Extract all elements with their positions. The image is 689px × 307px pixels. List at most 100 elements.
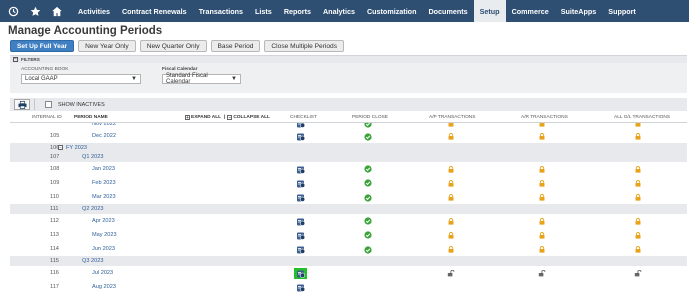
check-circle-icon bbox=[364, 179, 372, 188]
close-multiple-periods-button[interactable]: Close Multiple Periods bbox=[264, 40, 345, 52]
internal-id-cell: 109 bbox=[50, 179, 60, 186]
lock-icon bbox=[635, 194, 641, 201]
column-checklist[interactable]: CHECKLIST bbox=[290, 115, 317, 120]
column-ar-transactions[interactable]: A/R TRANSACTIONS bbox=[521, 115, 568, 120]
period-name-link[interactable]: Jun 2023 bbox=[92, 246, 115, 252]
checklist-icon[interactable] bbox=[296, 283, 305, 292]
show-inactives-checkbox[interactable] bbox=[45, 101, 52, 108]
column-ap-transactions[interactable]: A/P TRANSACTIONS bbox=[429, 115, 475, 120]
lock-icon bbox=[635, 165, 641, 173]
home-icon[interactable] bbox=[48, 0, 66, 22]
collapse-year-icon[interactable]: − bbox=[58, 145, 63, 151]
table-row: 114 Jun 2023 bbox=[10, 242, 687, 256]
nav-item-setup[interactable]: Setup bbox=[473, 0, 506, 22]
nav-item-suiteapps[interactable]: SuiteApps bbox=[555, 0, 603, 22]
lock-icon bbox=[635, 231, 641, 239]
fiscal-calendar-value: Standard Fiscal Calendar bbox=[166, 73, 208, 85]
top-navigation: Activities Contract Renewals Transactions L… bbox=[0, 0, 689, 22]
checklist-icon[interactable] bbox=[296, 269, 305, 278]
table-row: 117 Aug 2023 bbox=[10, 280, 687, 294]
column-internal-id[interactable]: INTERNAL ID bbox=[32, 115, 62, 120]
column-period-name[interactable]: PERIOD NAME bbox=[74, 115, 108, 120]
collapse-filters-icon[interactable]: − bbox=[13, 57, 18, 62]
nav-item-customization[interactable]: Customization bbox=[361, 0, 423, 22]
checklist-icon[interactable] bbox=[296, 231, 305, 240]
action-buttons: Set Up Full Year New Year Only New Quart… bbox=[10, 40, 345, 52]
check-circle-icon bbox=[364, 231, 372, 239]
separator-text: | bbox=[224, 115, 226, 120]
expand-all-control[interactable]: + EXPAND ALL bbox=[185, 115, 221, 120]
internal-id-cell: 107 bbox=[50, 154, 60, 161]
column-all-gl-transactions[interactable]: ALL G/L TRANSACTIONS bbox=[614, 115, 670, 120]
table-row: 108 Jan 2023 bbox=[10, 162, 687, 176]
star-icon[interactable] bbox=[26, 0, 44, 22]
checklist-icon[interactable] bbox=[296, 179, 305, 188]
nav-item-reports[interactable]: Reports bbox=[278, 0, 317, 22]
base-period-button[interactable]: Base Period bbox=[210, 40, 261, 52]
nav-item-analytics[interactable]: Analytics bbox=[317, 0, 361, 22]
print-button[interactable] bbox=[14, 99, 30, 110]
filters-panel: ACCOUNTING BOOK Local GAAP ▼ Fiscal Cale… bbox=[10, 63, 687, 93]
lock-icon bbox=[635, 180, 641, 187]
lock-icon bbox=[539, 180, 545, 187]
period-name-link[interactable]: Q1 2023 bbox=[82, 154, 103, 160]
period-name-link[interactable]: May 2023 bbox=[92, 232, 117, 238]
period-name-link[interactable]: Feb 2023 bbox=[92, 180, 116, 186]
checklist-icon[interactable] bbox=[296, 165, 305, 174]
expand-all-label: EXPAND ALL bbox=[191, 115, 222, 120]
table-group-row: 115 Q3 2023 bbox=[10, 256, 687, 266]
period-name-link[interactable]: Jan 2023 bbox=[92, 166, 115, 172]
unlock-icon bbox=[447, 269, 455, 276]
collapse-all-icon: − bbox=[227, 115, 233, 120]
table-row: 116 Jul 2023 bbox=[10, 266, 687, 280]
unlock-icon bbox=[538, 269, 546, 276]
nav-item-transactions[interactable]: Transactions bbox=[193, 0, 249, 22]
internal-id-cell: 116 bbox=[50, 269, 59, 276]
checklist-icon[interactable] bbox=[296, 123, 305, 128]
collapse-all-control[interactable]: | − COLLAPSE ALL bbox=[224, 115, 270, 120]
internal-id-cell: 117 bbox=[50, 283, 59, 290]
period-name-link[interactable]: Q2 2023 bbox=[82, 206, 103, 212]
nav-item-activities[interactable]: Activities bbox=[72, 0, 116, 22]
filters-title: FILTERS bbox=[21, 57, 40, 62]
period-name-link[interactable]: FY 2023 bbox=[66, 145, 87, 151]
checklist-icon[interactable] bbox=[296, 217, 305, 226]
table-row: 105 Dec 2022 bbox=[10, 129, 687, 143]
new-year-only-button[interactable]: New Year Only bbox=[78, 40, 136, 52]
checklist-icon[interactable] bbox=[296, 132, 305, 141]
chevron-down-icon: ▼ bbox=[131, 76, 137, 82]
period-name-link[interactable]: Dec 2022 bbox=[92, 133, 116, 139]
table-group-row: 111 Q2 2023 bbox=[10, 204, 687, 214]
period-name-link[interactable]: Apr 2023 bbox=[92, 218, 115, 224]
check-circle-icon bbox=[364, 132, 372, 141]
set-up-full-year-button[interactable]: Set Up Full Year bbox=[10, 40, 75, 52]
period-name-link[interactable]: Mar 2023 bbox=[92, 194, 116, 200]
history-icon[interactable] bbox=[4, 0, 22, 22]
lock-icon bbox=[448, 180, 454, 187]
nav-item-commerce[interactable]: Commerce bbox=[506, 0, 555, 22]
nav-item-support[interactable]: Support bbox=[602, 0, 642, 22]
new-quarter-only-button[interactable]: New Quarter Only bbox=[139, 40, 207, 52]
lock-icon bbox=[448, 165, 454, 173]
lock-icon bbox=[635, 246, 641, 253]
lock-icon bbox=[448, 217, 454, 225]
nav-item-lists[interactable]: Lists bbox=[249, 0, 278, 22]
period-name-link[interactable]: Nov 2022 bbox=[92, 123, 116, 127]
lock-icon bbox=[635, 133, 641, 140]
nav-item-contract-renewals[interactable]: Contract Renewals bbox=[116, 0, 193, 22]
checklist-icon[interactable] bbox=[296, 245, 305, 254]
accounting-book-select[interactable]: Local GAAP ▼ bbox=[21, 74, 141, 84]
period-name-link[interactable]: Jul 2023 bbox=[92, 270, 113, 276]
period-name-link[interactable]: Q3 2023 bbox=[82, 258, 103, 264]
nav-item-documents[interactable]: Documents bbox=[422, 0, 473, 22]
table-row: 110 Mar 2023 bbox=[10, 190, 687, 204]
lock-icon bbox=[448, 194, 454, 201]
checklist-icon[interactable] bbox=[296, 193, 305, 202]
lock-icon bbox=[448, 246, 454, 253]
fiscal-calendar-select[interactable]: Standard Fiscal Calendar ▼ bbox=[162, 73, 241, 85]
accounting-book-filter: ACCOUNTING BOOK Local GAAP ▼ bbox=[21, 67, 141, 84]
period-name-link[interactable]: Aug 2023 bbox=[92, 284, 116, 290]
check-circle-icon bbox=[364, 245, 372, 254]
filters-header[interactable]: − FILTERS bbox=[10, 55, 687, 63]
column-period-close[interactable]: PERIOD CLOSE bbox=[352, 115, 388, 120]
